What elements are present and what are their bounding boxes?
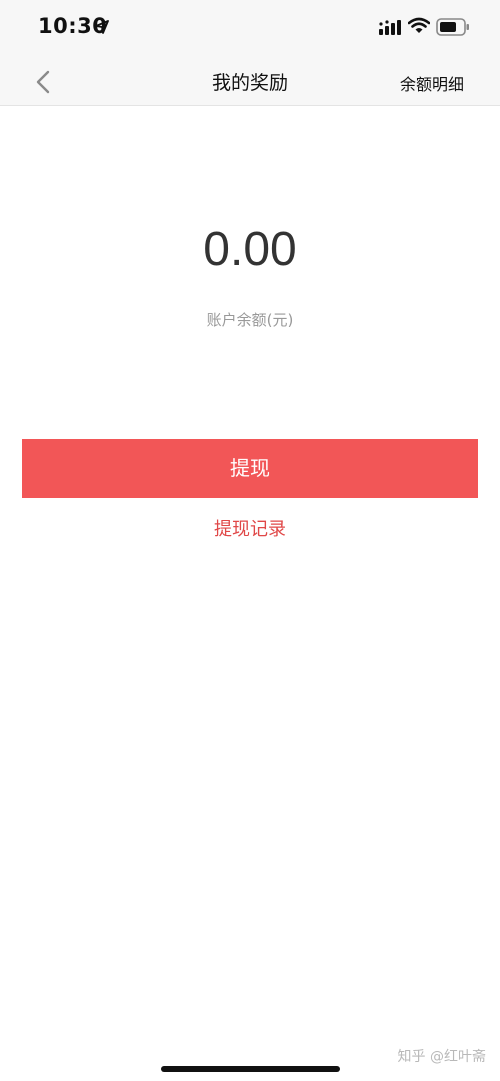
status-bar: 10:30 [0, 0, 500, 58]
withdraw-record-link[interactable]: 提现记录 [0, 515, 500, 541]
navigation-bar: 我的奖励 余额明细 [0, 58, 500, 106]
balance-label: 账户余额(元) [206, 311, 294, 329]
screen: 10:30 我的奖励 余额明细 0.00 账户余额(元) 提现 提现记录 知乎 … [0, 0, 500, 1081]
location-arrow-icon [95, 20, 109, 34]
home-indicator[interactable] [161, 1066, 340, 1072]
wifi-icon [408, 17, 430, 33]
balance-details-link[interactable]: 余额明细 [400, 71, 464, 95]
balance-amount: 0.00 [203, 223, 297, 276]
withdraw-button[interactable]: 提现 [22, 439, 478, 498]
cellular-signal-icon [379, 20, 401, 35]
battery-icon [436, 18, 469, 36]
watermark: 知乎 @红叶斋 [397, 1049, 486, 1065]
